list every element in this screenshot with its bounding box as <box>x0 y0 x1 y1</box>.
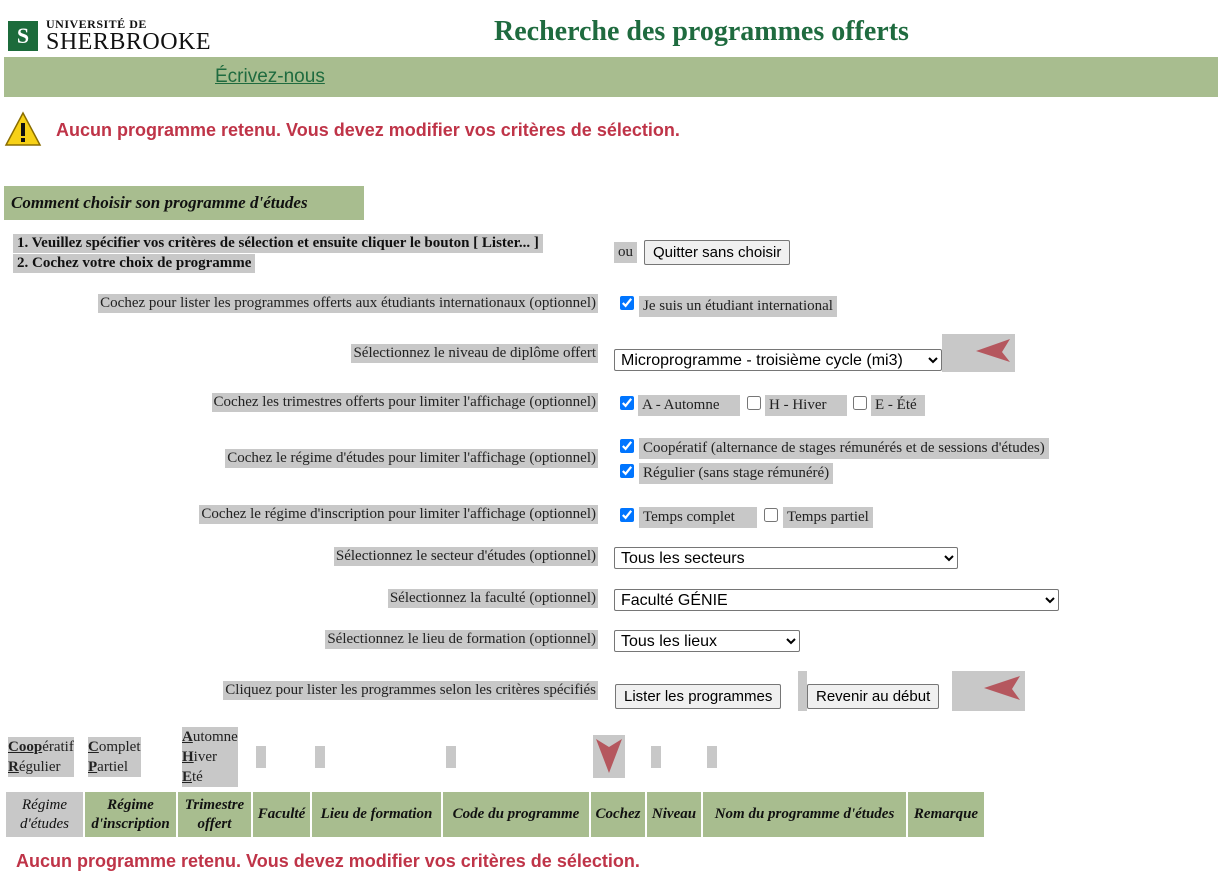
legend-enrolment: Complet Partiel <box>88 737 141 777</box>
part-time-checkbox[interactable] <box>764 508 778 522</box>
part-time-label: Temps partiel <box>783 507 873 528</box>
degree-label: Sélectionnez le niveau de diplôme offert <box>351 344 598 363</box>
term-autumn-checkbox[interactable] <box>620 396 634 410</box>
quit-button[interactable]: Quitter sans choisir <box>644 240 791 265</box>
left-arrow-icon <box>984 676 1020 700</box>
international-checkbox[interactable] <box>620 296 634 310</box>
regime-coop-checkbox[interactable] <box>620 439 634 453</box>
col-faculte: Faculté <box>253 792 312 837</box>
faculty-label: Sélectionnez la faculté (optionnel) <box>387 589 598 608</box>
degree-select[interactable]: Microprogramme - troisième cycle (mi3) <box>614 349 942 371</box>
logo-line-2: SHERBROOKE <box>46 29 212 55</box>
results-table-header: Régime d'études Régime d'inscription Tri… <box>6 792 984 837</box>
full-time-checkbox[interactable] <box>620 508 634 522</box>
term-summer-checkbox[interactable] <box>853 396 867 410</box>
regime-regular-label: Régulier (sans stage rémunéré) <box>639 463 834 484</box>
enrolment-label: Cochez le régime d'inscription pour limi… <box>199 505 598 524</box>
term-summer-label: E - Été <box>871 395 925 416</box>
term-winter-label: H - Hiver <box>765 395 847 416</box>
down-arrow-icon <box>596 739 622 773</box>
error-message-top: Aucun programme retenu. Vous devez modif… <box>56 120 680 140</box>
error-message-bottom: Aucun programme retenu. Vous devez modif… <box>16 851 640 871</box>
full-time-label: Temps complet <box>639 507 757 528</box>
university-logo: S UNIVERSITÉ DE SHERBROOKE <box>8 18 211 54</box>
or-label: ou <box>614 242 637 263</box>
col-regime-inscription: Régime d'inscription <box>85 792 178 837</box>
logo-mark-icon: S <box>8 21 38 51</box>
col-nom-programme: Nom du programme d'études <box>703 792 908 837</box>
location-select[interactable]: Tous les lieux <box>614 630 800 652</box>
button-separator <box>798 671 807 711</box>
column-filler <box>256 746 266 768</box>
terms-label: Cochez les trimestres offerts pour limit… <box>211 393 598 412</box>
col-regime-etudes: Régime d'études <box>6 792 85 837</box>
select-column-marker <box>593 735 625 778</box>
col-cochez: Cochez <box>591 792 647 837</box>
warning-icon <box>4 111 42 146</box>
international-label: Cochez pour lister les programmes offert… <box>98 294 598 313</box>
column-filler <box>651 746 661 768</box>
column-filler <box>446 746 456 768</box>
reset-button[interactable]: Revenir au début <box>807 684 940 709</box>
instruction-step-1: 1. Veuillez spécifier vos critères de sé… <box>13 234 543 253</box>
page-title: Recherche des programmes offerts <box>494 16 909 47</box>
left-arrow-icon <box>976 339 1010 362</box>
term-autumn-label: A - Automne <box>638 395 740 416</box>
col-lieu: Lieu de formation <box>312 792 443 837</box>
legend-regime: Coopératif Régulier <box>8 737 74 777</box>
contact-link[interactable]: Écrivez-nous <box>215 66 325 88</box>
list-programs-button[interactable]: Lister les programmes <box>615 684 782 709</box>
instruction-step-2: 2. Cochez votre choix de programme <box>13 254 256 273</box>
regime-regular-checkbox[interactable] <box>620 464 634 478</box>
column-filler <box>707 746 717 768</box>
legend-terms: Automne Hiver Eté <box>182 727 238 787</box>
nav-bar <box>4 57 1218 97</box>
regime-coop-label: Coopératif (alternance de stages rémunér… <box>639 438 1049 459</box>
list-label: Cliquez pour lister les programmes selon… <box>223 681 598 700</box>
sector-select[interactable]: Tous les secteurs <box>614 547 958 569</box>
list-arrow-box <box>952 671 1025 711</box>
faculty-select[interactable]: Faculté GÉNIE <box>614 589 1059 611</box>
col-code: Code du programme <box>443 792 591 837</box>
international-option-label: Je suis un étudiant international <box>639 296 837 317</box>
degree-arrow-box <box>942 334 1015 372</box>
term-winter-checkbox[interactable] <box>747 396 761 410</box>
sector-label: Sélectionnez le secteur d'études (option… <box>333 547 598 566</box>
location-label: Sélectionnez le lieu de formation (optio… <box>325 630 598 649</box>
howto-heading: Comment choisir son programme d'études <box>4 186 364 220</box>
col-remarque: Remarque <box>908 792 984 837</box>
regime-label: Cochez le régime d'études pour limiter l… <box>225 449 598 468</box>
col-trimestre: Trimestre offert <box>178 792 253 837</box>
col-niveau: Niveau <box>647 792 703 837</box>
column-filler <box>315 746 325 768</box>
